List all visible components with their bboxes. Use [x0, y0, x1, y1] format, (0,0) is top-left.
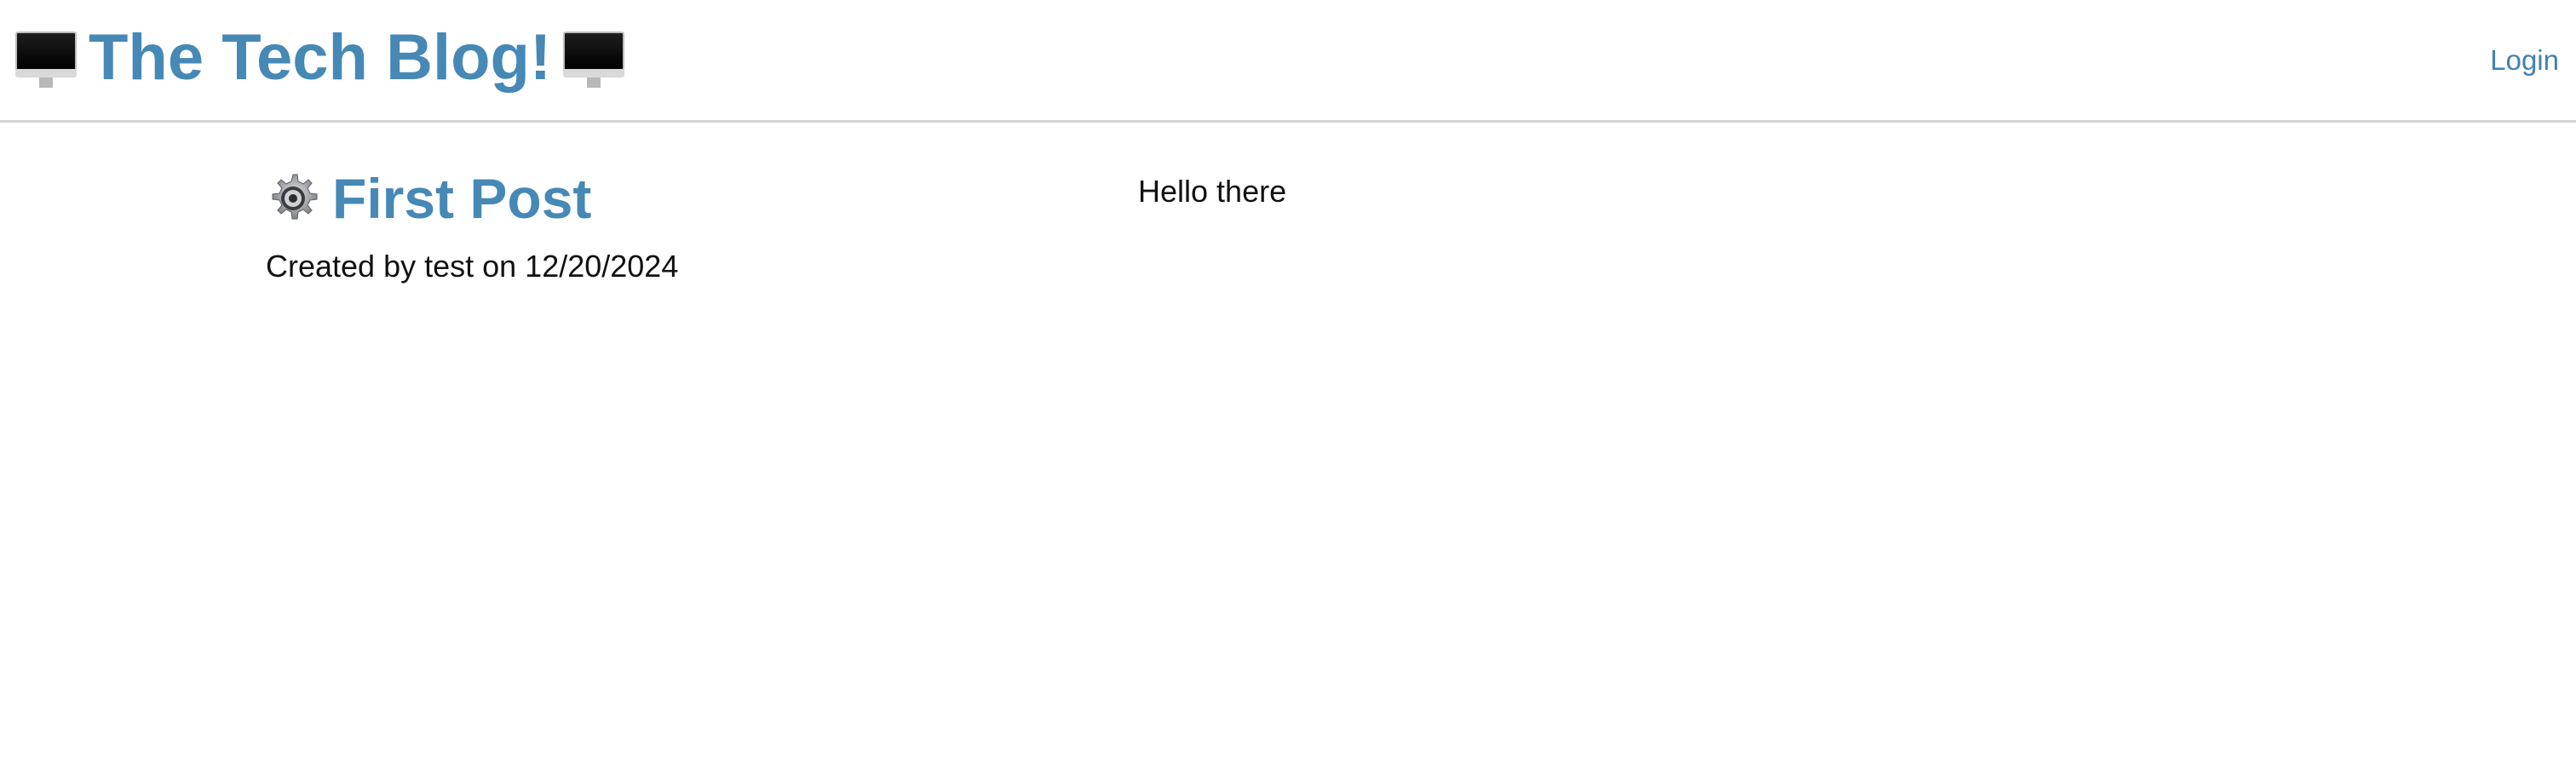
login-link[interactable]: Login — [2490, 44, 2559, 77]
post-title-row: First Post — [266, 170, 678, 227]
post-meta: Created by test on 12/20/2024 — [266, 249, 679, 284]
desktop-computer-icon — [563, 26, 625, 89]
post-header: First Post Created by test on 12/20/2024 — [266, 170, 678, 284]
desktop-computer-icon — [15, 26, 77, 89]
site-title[interactable]: The Tech Blog! — [89, 26, 551, 90]
site-header: The Tech Blog! Login — [0, 0, 2576, 123]
gear-icon — [272, 174, 318, 220]
post-content: Hello there — [1138, 174, 1287, 209]
brand[interactable]: The Tech Blog! — [15, 15, 625, 100]
post-title[interactable]: First Post — [332, 170, 591, 227]
